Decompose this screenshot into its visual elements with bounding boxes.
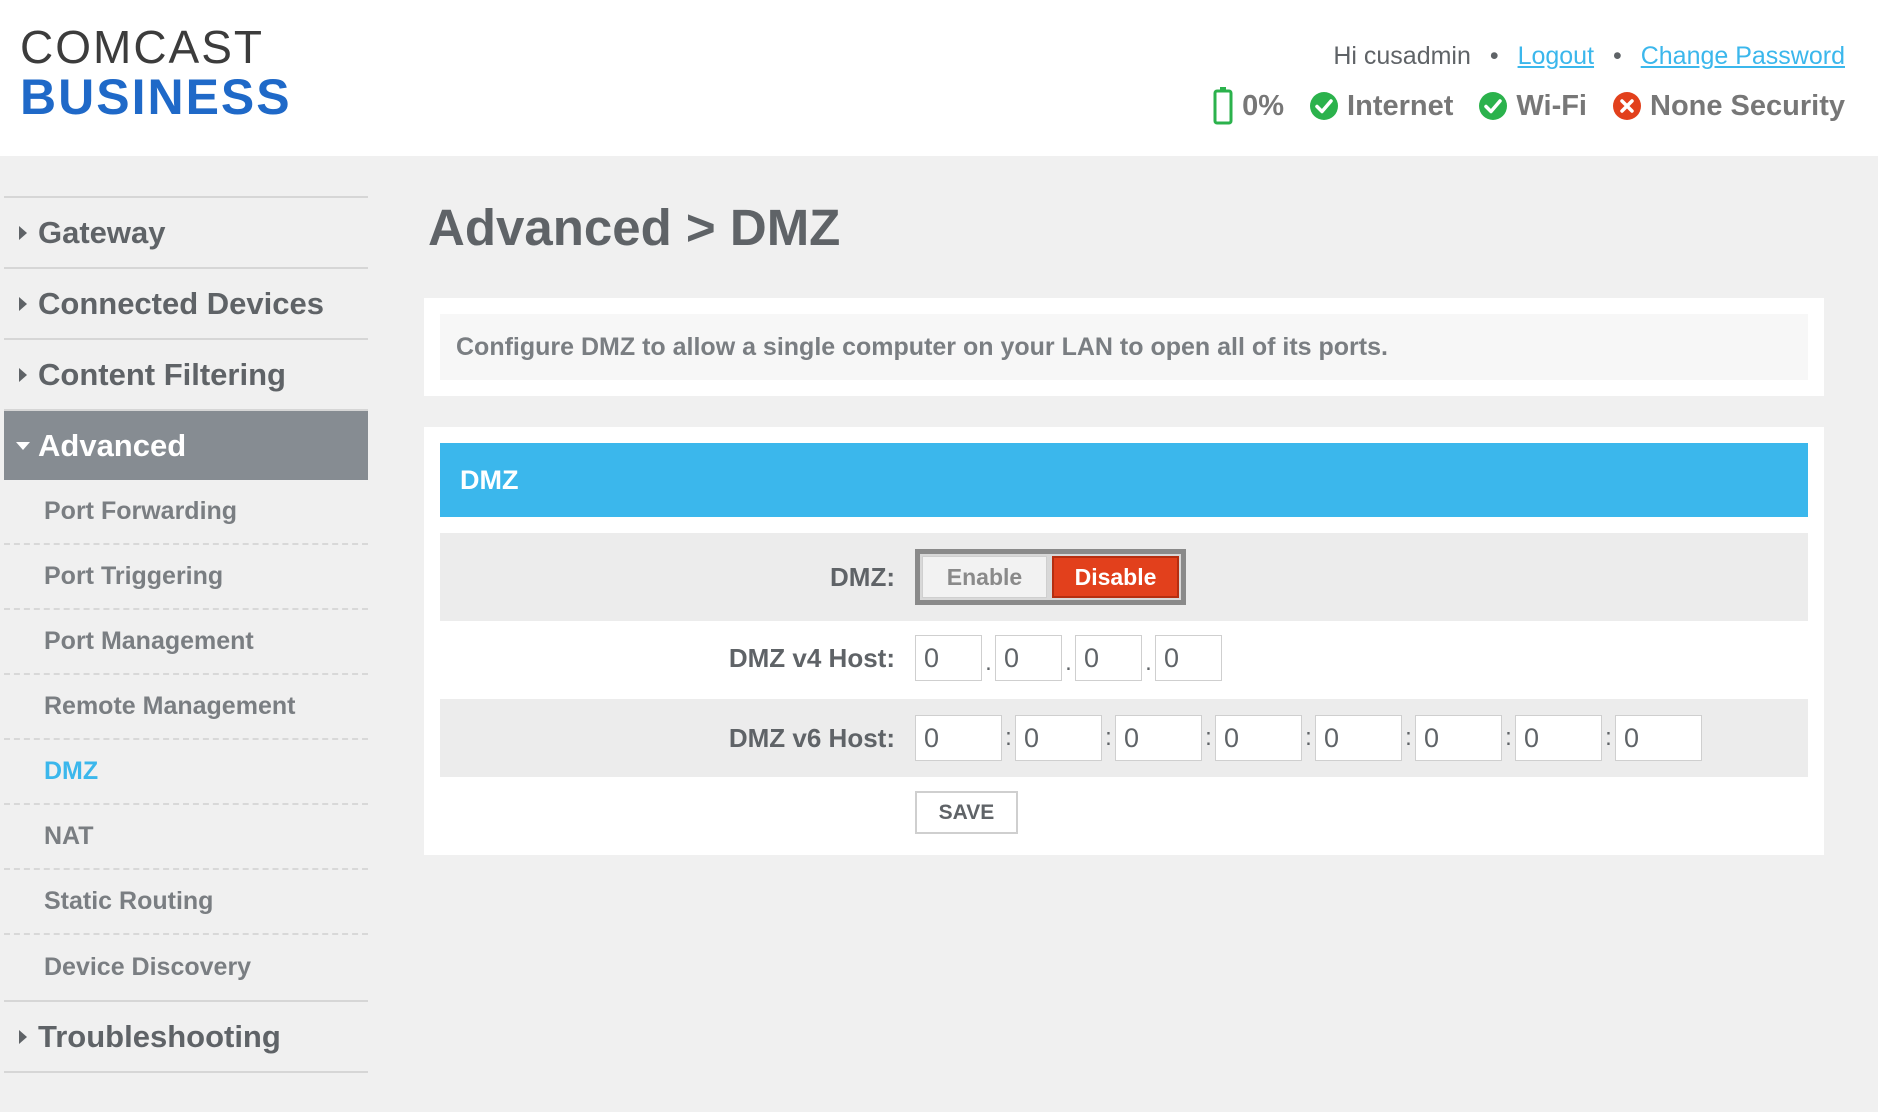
- save-row: SAVE: [440, 791, 1808, 834]
- caret-right-icon: [12, 1029, 34, 1044]
- v4-octet-3-input[interactable]: 0: [1075, 635, 1142, 681]
- panel-title: DMZ: [440, 443, 1808, 517]
- comcast-business-logo: COMCAST BUSINESS: [20, 21, 292, 125]
- v6-group-5-input[interactable]: 0: [1315, 715, 1402, 761]
- v4-octet-2-input[interactable]: 0: [995, 635, 1062, 681]
- sidebar-subitem-port-forwarding[interactable]: Port Forwarding: [4, 480, 368, 545]
- x-circle-icon: [1613, 92, 1641, 120]
- status-bar: 0% Internet Wi-Fi None Security: [1213, 87, 1845, 125]
- sidebar-item-label: Advanced: [38, 427, 187, 463]
- dmz-v4-label: DMZ v4 Host:: [728, 642, 895, 673]
- sidebar-item-label: Troubleshooting: [38, 1018, 281, 1054]
- battery-status: 0%: [1213, 87, 1284, 125]
- v6-separator: :: [1105, 724, 1112, 751]
- sidebar-item-content-filtering[interactable]: Content Filtering: [4, 338, 368, 409]
- wifi-status: Wi-Fi: [1479, 90, 1587, 123]
- v6-separator: :: [1205, 724, 1212, 751]
- greeting: Hi cusadmin: [1333, 42, 1471, 70]
- sidebar-subitem-nat[interactable]: NAT: [4, 805, 368, 870]
- separator-dot: •: [1612, 42, 1622, 70]
- v6-group-3-input[interactable]: 0: [1115, 715, 1202, 761]
- v4-octet-1-input[interactable]: 0: [915, 635, 982, 681]
- dmz-toggle-row: DMZ: Enable Disable: [440, 533, 1808, 621]
- user-menu: Hi cusadmin • Logout • Change Password: [1333, 42, 1845, 71]
- v4-separator: .: [1145, 649, 1152, 676]
- battery-icon: [1213, 87, 1233, 125]
- disable-button[interactable]: Disable: [1052, 556, 1179, 598]
- v6-separator: :: [1605, 724, 1612, 751]
- wifi-label: Wi-Fi: [1516, 89, 1587, 122]
- v6-group-1-input[interactable]: 0: [915, 715, 1002, 761]
- sidebar-subitem-device-discovery[interactable]: Device Discovery: [4, 935, 368, 1000]
- v6-separator: :: [1005, 724, 1012, 751]
- v4-separator: .: [985, 649, 992, 676]
- sidebar-divider: [4, 1071, 368, 1073]
- dmz-v4-row: DMZ v4 Host: 0 . 0 . 0 . 0: [440, 627, 1808, 689]
- dmz-card: DMZ DMZ: Enable Disable DMZ v4 Host: 0 .…: [424, 427, 1824, 855]
- dmz-toggle: Enable Disable: [915, 549, 1186, 605]
- sidebar-subitem-static-routing[interactable]: Static Routing: [4, 870, 368, 935]
- separator-dot: •: [1489, 42, 1499, 70]
- internet-status: Internet: [1310, 90, 1453, 123]
- v6-group-4-input[interactable]: 0: [1215, 715, 1302, 761]
- security-label: None Security: [1650, 89, 1845, 122]
- description-card: Configure DMZ to allow a single computer…: [424, 298, 1824, 396]
- sidebar-subitem-port-triggering[interactable]: Port Triggering: [4, 545, 368, 610]
- sidebar-item-gateway[interactable]: Gateway: [4, 196, 368, 267]
- v6-separator: :: [1305, 724, 1312, 751]
- v4-separator: .: [1065, 649, 1072, 676]
- v4-octet-4-input[interactable]: 0: [1155, 635, 1222, 681]
- header: COMCAST BUSINESS Hi cusadmin • Logout • …: [0, 0, 1878, 156]
- sidebar-subitem-remote-management[interactable]: Remote Management: [4, 675, 368, 740]
- enable-button[interactable]: Enable: [922, 556, 1047, 598]
- v6-group-2-input[interactable]: 0: [1015, 715, 1102, 761]
- logo-line1: COMCAST: [20, 21, 264, 73]
- v6-group-8-input[interactable]: 0: [1615, 715, 1702, 761]
- caret-right-icon: [12, 367, 34, 382]
- security-status: None Security: [1613, 90, 1845, 123]
- check-circle-icon: [1310, 92, 1339, 120]
- sidebar-subitem-port-management[interactable]: Port Management: [4, 610, 368, 675]
- v6-group-7-input[interactable]: 0: [1515, 715, 1602, 761]
- sidebar-nav: Gateway Connected Devices Content Filter…: [4, 196, 368, 1073]
- sidebar-item-label: Connected Devices: [38, 285, 324, 321]
- logo-line2: BUSINESS: [20, 69, 292, 125]
- check-circle-icon: [1479, 92, 1508, 120]
- sidebar-item-connected-devices[interactable]: Connected Devices: [4, 267, 368, 338]
- dmz-v6-label: DMZ v6 Host:: [728, 722, 895, 753]
- description-text: Configure DMZ to allow a single computer…: [440, 314, 1808, 380]
- battery-label: 0%: [1242, 89, 1285, 122]
- dmz-v6-row: DMZ v6 Host: 0 : 0 : 0 : 0 : 0 : 0 : 0 :…: [440, 699, 1808, 777]
- v6-separator: :: [1505, 724, 1512, 751]
- sidebar-subitem-dmz[interactable]: DMZ: [4, 740, 368, 805]
- internet-label: Internet: [1347, 89, 1454, 122]
- caret-right-icon: [12, 296, 34, 311]
- caret-right-icon: [12, 225, 34, 240]
- sidebar-item-label: Gateway: [38, 214, 166, 250]
- sidebar-item-troubleshooting[interactable]: Troubleshooting: [4, 1000, 368, 1071]
- logout-link[interactable]: Logout: [1518, 42, 1594, 70]
- v6-group-6-input[interactable]: 0: [1415, 715, 1502, 761]
- sidebar-item-label: Content Filtering: [38, 356, 286, 392]
- sidebar-item-advanced[interactable]: Advanced: [4, 409, 368, 480]
- v6-separator: :: [1405, 724, 1412, 751]
- change-password-link[interactable]: Change Password: [1641, 42, 1845, 70]
- caret-down-icon: [12, 441, 34, 450]
- save-button[interactable]: SAVE: [915, 791, 1018, 834]
- page-title: Advanced > DMZ: [428, 199, 841, 256]
- dmz-label: DMZ:: [830, 561, 895, 592]
